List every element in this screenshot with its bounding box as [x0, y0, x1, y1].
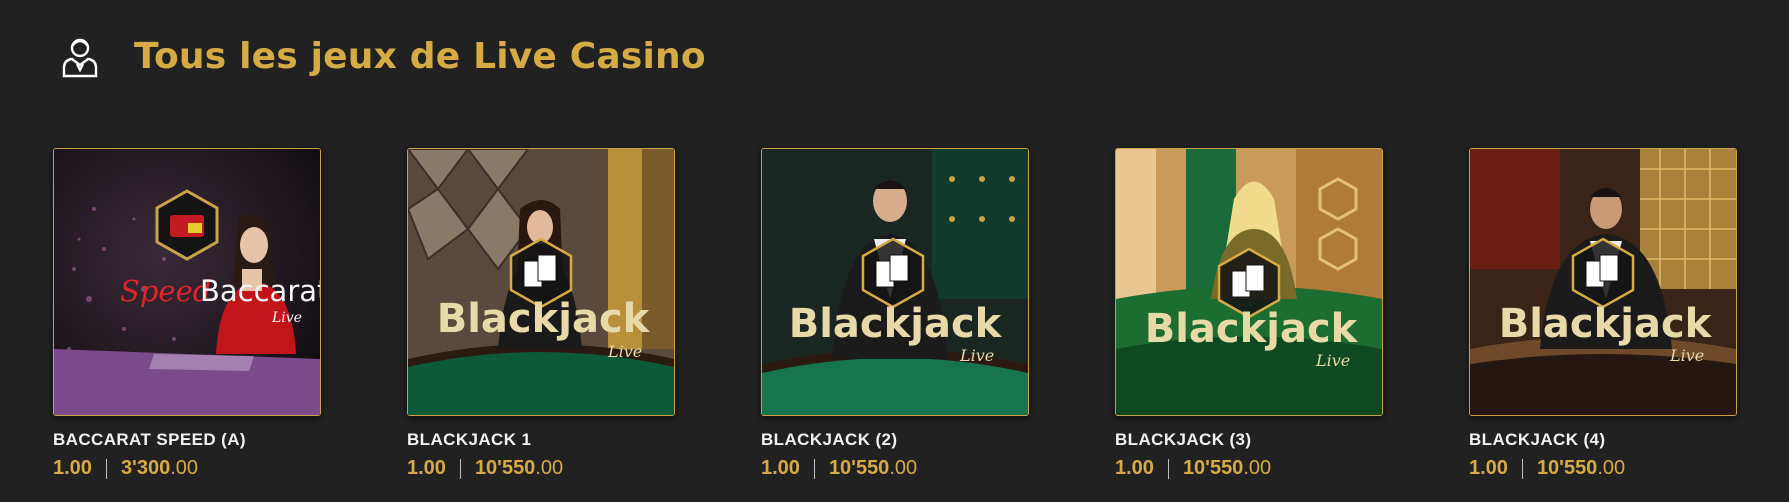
game-thumbnail[interactable]: Blackjack Live — [1469, 148, 1737, 416]
logo-speed-text: Speed — [120, 274, 211, 308]
logo-blackjack-text: Blackjack — [1499, 301, 1713, 347]
page-title: Tous les jeux de Live Casino — [134, 35, 706, 77]
limit-separator — [105, 458, 107, 479]
limit-separator — [1521, 458, 1523, 479]
max-bet-decimals: .00 — [1597, 457, 1626, 479]
limit-separator — [813, 458, 815, 479]
logo-live-text: Live — [1315, 351, 1350, 370]
game-name[interactable]: BLACKJACK (3) — [1115, 430, 1383, 450]
game-name[interactable]: BLACKJACK (2) — [761, 430, 1029, 450]
dealer-icon — [56, 32, 104, 80]
game-name[interactable]: BLACKJACK 1 — [407, 430, 675, 450]
min-bet: 1.00 — [53, 457, 92, 479]
max-bet: 10'550 — [828, 457, 890, 479]
max-bet-decimals: .00 — [535, 457, 564, 479]
bet-limits: 1.00 3'300.00 — [53, 457, 321, 480]
limit-separator — [1167, 458, 1169, 479]
bet-limits: 1.00 10'550.00 — [761, 457, 1029, 480]
bet-limits: 1.00 10'550.00 — [1469, 457, 1737, 480]
min-bet: 1.00 — [761, 457, 800, 479]
bet-limits: 1.00 10'550.00 — [1115, 457, 1383, 480]
logo-live-text: Live — [607, 342, 642, 361]
game-card-baccarat-speed-a[interactable]: Speed Baccarat Live BACCARAT SPEED (A) 1… — [53, 148, 321, 488]
game-card-blackjack-4[interactable]: Blackjack Live BLACKJACK (4) 1.00 10'550… — [1469, 148, 1737, 488]
min-bet: 1.00 — [1115, 457, 1154, 479]
game-card-blackjack-1[interactable]: Blackjack Live BLACKJACK 1 1.00 10'550.0… — [407, 148, 675, 488]
bet-limits: 1.00 10'550.00 — [407, 457, 675, 480]
limit-separator — [459, 458, 461, 479]
game-thumbnail[interactable]: Blackjack Live — [761, 148, 1029, 416]
max-bet: 3'300 — [120, 457, 171, 479]
game-thumbnail[interactable]: Blackjack Live — [1115, 148, 1383, 416]
max-bet-decimals: .00 — [170, 457, 198, 479]
logo-baccarat-text: Baccarat — [200, 274, 320, 308]
game-name[interactable]: BACCARAT SPEED (A) — [53, 430, 321, 450]
max-bet: 10'550 — [1536, 457, 1598, 479]
game-card-blackjack-3[interactable]: Blackjack Live BLACKJACK (3) 1.00 10'550… — [1115, 148, 1383, 488]
max-bet: 10'550 — [1182, 457, 1244, 479]
game-name[interactable]: BLACKJACK (4) — [1469, 430, 1737, 450]
logo-live-text: Live — [959, 346, 994, 365]
logo-blackjack-text: Blackjack — [437, 296, 651, 342]
logo-live-text: Live — [1669, 346, 1704, 365]
max-bet: 10'550 — [474, 457, 536, 479]
game-thumbnail[interactable]: Speed Baccarat Live — [53, 148, 321, 416]
min-bet: 1.00 — [1469, 457, 1508, 479]
max-bet-decimals: .00 — [1243, 457, 1272, 479]
logo-blackjack-text: Blackjack — [789, 301, 1003, 347]
section-header: Tous les jeux de Live Casino — [56, 26, 706, 86]
max-bet-decimals: .00 — [889, 457, 918, 479]
game-card-blackjack-2[interactable]: Blackjack Live BLACKJACK (2) 1.00 10'550… — [761, 148, 1029, 488]
game-thumbnail[interactable]: Blackjack Live — [407, 148, 675, 416]
logo-live-text: Live — [271, 310, 302, 326]
logo-blackjack-text: Blackjack — [1145, 306, 1359, 352]
min-bet: 1.00 — [407, 457, 446, 479]
